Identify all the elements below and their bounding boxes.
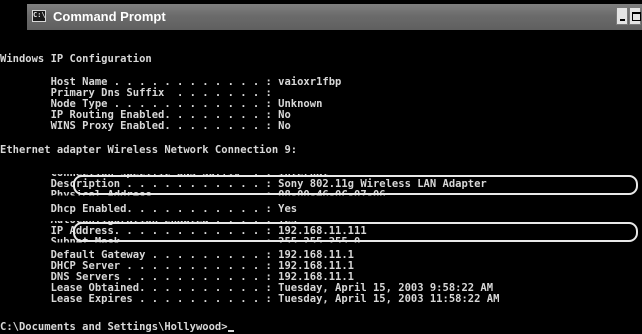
title-bar[interactable]: C:\ Command Prompt <box>27 4 642 30</box>
command-prompt-window: C:\ Command Prompt Windows IP Configurat… <box>0 0 642 334</box>
console-output[interactable]: Windows IP Configuration Host Name . . .… <box>0 44 642 334</box>
cmd-icon: C:\ <box>32 10 46 22</box>
text-cursor <box>227 330 234 332</box>
minimize-button[interactable] <box>616 7 628 25</box>
adapter-header: Ethernet adapter Wireless Network Connec… <box>0 144 298 156</box>
ip-address-highlight-box <box>73 222 638 242</box>
ip-config-header: Windows IP Configuration <box>0 53 152 65</box>
window-title: Command Prompt <box>53 9 166 24</box>
dhcp-enabled-line: Dhcp Enabled. . . . . . . . . . . : Yes <box>0 203 298 215</box>
maximize-button[interactable] <box>629 7 641 25</box>
command-prompt-line[interactable]: C:\Documents and Settings\Hollywood> <box>0 322 234 333</box>
window-controls <box>616 7 642 26</box>
lease-expires-line: Lease Expires . . . . . . . . . . : Tues… <box>0 293 500 305</box>
description-highlight-box <box>73 175 638 195</box>
wins-proxy-line: WINS Proxy Enabled. . . . . . . . : No <box>0 120 291 132</box>
prompt-path: C:\Documents and Settings\Hollywood> <box>0 321 228 333</box>
